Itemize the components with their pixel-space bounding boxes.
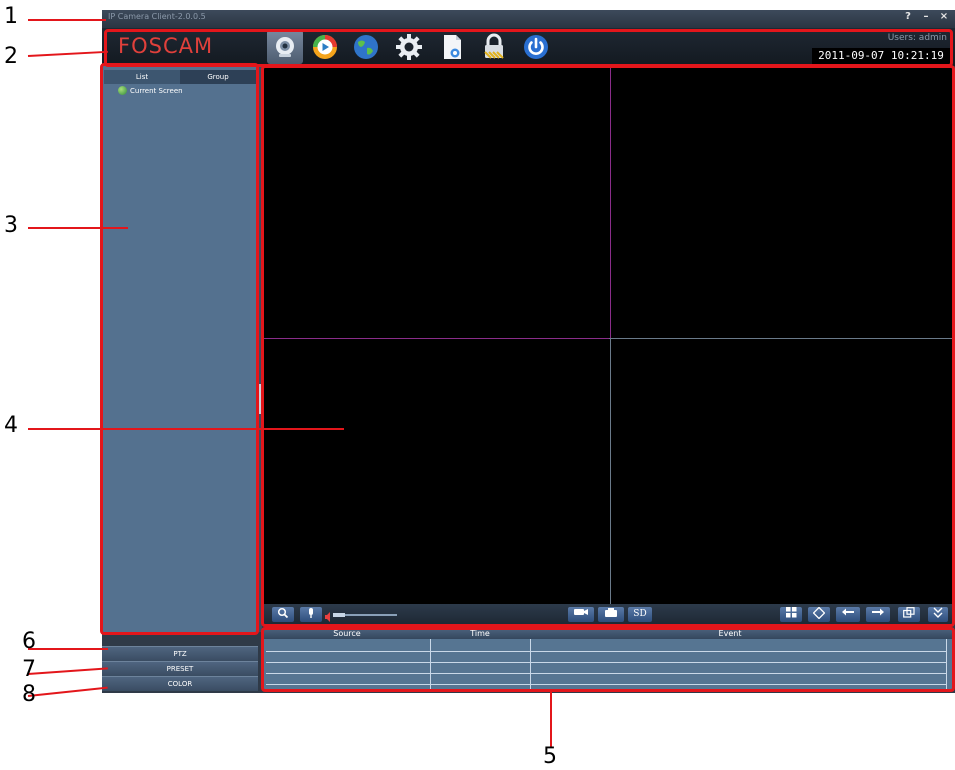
tab-group[interactable]: Group [180, 70, 256, 84]
grid-divider-horizontal [264, 338, 954, 339]
foscam-logo: FOSCAM [118, 34, 214, 58]
callout-number-7: 7 [22, 657, 36, 682]
fullscreen-icon[interactable] [808, 606, 830, 622]
previous-page-icon[interactable] [836, 607, 860, 622]
ptz-button[interactable]: PTZ [102, 646, 258, 661]
expand-down-icon[interactable] [928, 607, 948, 622]
splitter-handle[interactable] [258, 384, 262, 414]
record-icon[interactable] [568, 607, 594, 622]
grid-layout-icon[interactable] [780, 607, 802, 622]
title-bar[interactable] [102, 10, 955, 28]
power-icon[interactable] [518, 30, 554, 64]
video-grid[interactable] [264, 68, 954, 604]
callout-number-5: 5 [543, 744, 557, 769]
datetime-display: 2011-09-07 10:21:19 [812, 48, 950, 64]
next-page-icon[interactable] [866, 607, 890, 622]
table-row[interactable] [266, 684, 946, 685]
callout-number-3: 3 [4, 213, 18, 238]
callout-number-6: 6 [22, 629, 36, 654]
snapshot-icon[interactable] [598, 607, 624, 622]
globe-icon[interactable] [348, 30, 384, 64]
globe-icon [118, 86, 127, 95]
callout-number-2: 2 [4, 44, 18, 69]
gear-icon[interactable] [391, 30, 427, 64]
column-divider [946, 639, 947, 691]
callout-number-8: 8 [22, 682, 36, 707]
callout-line-5 [550, 692, 552, 748]
zoom-icon[interactable] [272, 607, 294, 622]
microphone-icon[interactable] [300, 607, 322, 622]
tree-item-label: Current Screen [130, 86, 183, 95]
callout-line-7 [27, 667, 108, 675]
color-button[interactable]: COLOR [102, 676, 258, 691]
callout-number-4: 4 [4, 413, 18, 438]
close-button[interactable]: × [938, 11, 950, 23]
tree-item-current-screen[interactable]: Current Screen [118, 86, 183, 95]
sd-button[interactable]: SD [628, 607, 652, 622]
callout-number-1: 1 [4, 4, 18, 29]
preset-button[interactable]: PRESET [102, 661, 258, 676]
multi-window-icon[interactable] [898, 607, 920, 622]
lock-icon[interactable] [476, 30, 512, 64]
tab-list[interactable]: List [104, 70, 180, 84]
window-title: IP Camera Client-2.0.0.5 [108, 12, 206, 21]
help-button[interactable]: ? [902, 11, 914, 23]
callout-line-8 [27, 686, 108, 697]
table-row[interactable] [266, 673, 946, 674]
minimize-button[interactable]: – [920, 11, 932, 23]
log-page-icon[interactable] [434, 30, 470, 64]
device-list-panel [102, 66, 258, 632]
volume-slider-thumb[interactable] [333, 613, 345, 617]
column-header-source[interactable]: Source [264, 628, 430, 639]
playback-icon[interactable] [307, 30, 343, 64]
callout-line-1 [28, 19, 106, 21]
table-row[interactable] [266, 662, 946, 663]
column-header-time[interactable]: Time [430, 628, 530, 639]
table-row[interactable] [266, 651, 946, 652]
camera-live-view-icon[interactable] [267, 30, 303, 64]
grid-divider-vertical-lower [610, 338, 611, 604]
current-user-label: Users: admin [887, 33, 947, 43]
callout-line-6 [28, 648, 108, 650]
panel-splitter[interactable] [258, 66, 262, 632]
callout-line-2 [27, 50, 108, 57]
column-header-event[interactable]: Event [530, 628, 930, 639]
